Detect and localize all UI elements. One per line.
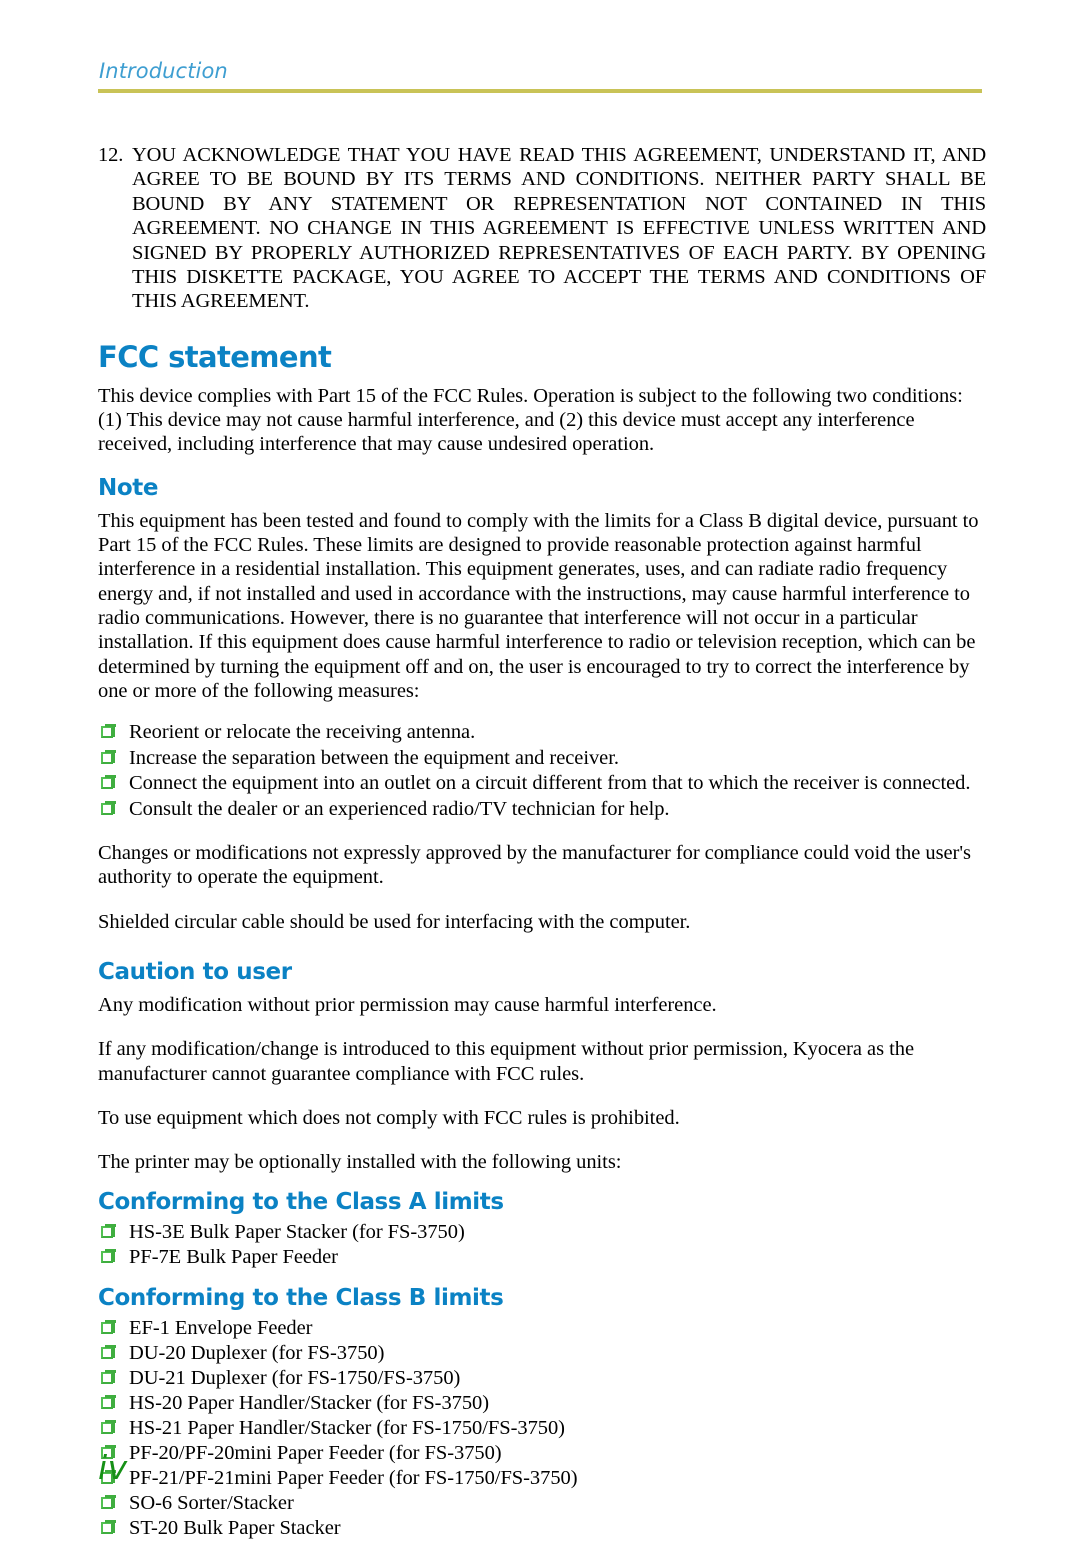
list-item: Connect the equipment into an outlet on … [98, 771, 986, 797]
section-class-a-limits: Conforming to the Class A limits HS-3E B… [98, 1188, 986, 1270]
box-bullet-icon [98, 1341, 128, 1366]
list-item: ST-20 Bulk Paper Stacker [98, 1516, 986, 1541]
box-bullet-icon [98, 1516, 128, 1541]
note-after-paragraph-2: Shielded circular cable should be used f… [98, 910, 691, 933]
list-item: EF-1 Envelope Feeder [98, 1316, 986, 1341]
list-item-label: PF-7E Bulk Paper Feeder [129, 1246, 338, 1269]
fcc-statement-paragraph: This device complies with Part 15 of the… [98, 384, 963, 456]
box-bullet-icon [98, 1245, 128, 1270]
section-caution-to-user: Caution to user Any modification without… [98, 958, 986, 1174]
list-item-label: PF-21/PF-21mini Paper Feeder (for FS-175… [129, 1467, 578, 1490]
list-item-label: SO-6 Sorter/Stacker [129, 1492, 294, 1515]
class-a-units-list: HS-3E Bulk Paper Stacker (for FS-3750) P… [98, 1220, 986, 1270]
list-item: HS-3E Bulk Paper Stacker (for FS-3750) [98, 1220, 986, 1245]
caution-paragraph-3: To use equipment which does not comply w… [98, 1106, 680, 1129]
list-item-label: Consult the dealer or an experienced rad… [129, 797, 670, 820]
list-item: PF-20/PF-20mini Paper Feeder (for FS-375… [98, 1441, 986, 1466]
agreement-clause-12: 12. YOU ACKNOWLEDGE THAT YOU HAVE READ T… [98, 143, 986, 314]
list-item-label: Connect the equipment into an outlet on … [129, 772, 971, 795]
heading-class-b-limits: Conforming to the Class B limits [98, 1285, 504, 1312]
list-item: Reorient or relocate the receiving anten… [98, 720, 986, 746]
box-bullet-icon [98, 1366, 128, 1391]
box-bullet-icon [98, 771, 128, 796]
list-item: PF-7E Bulk Paper Feeder [98, 1245, 986, 1270]
box-bullet-icon [98, 797, 128, 822]
list-item-label: HS-21 Paper Handler/Stacker (for FS-1750… [129, 1417, 565, 1440]
box-bullet-icon [98, 1220, 128, 1245]
list-item-label: EF-1 Envelope Feeder [129, 1317, 313, 1340]
box-bullet-icon [98, 1316, 128, 1341]
box-bullet-icon [98, 1491, 128, 1516]
heading-caution-to-user: Caution to user [98, 959, 292, 985]
note-measures-list: Reorient or relocate the receiving anten… [98, 720, 986, 822]
section-fcc-statement: FCC statement This device complies with … [98, 340, 986, 457]
list-item: Increase the separation between the equi… [98, 746, 986, 772]
list-item: Consult the dealer or an experienced rad… [98, 797, 986, 823]
caution-paragraph-2: If any modification/change is introduced… [98, 1038, 914, 1085]
section-note: Note This equipment has been tested and … [98, 474, 986, 934]
list-item: HS-21 Paper Handler/Stacker (for FS-1750… [98, 1416, 986, 1441]
document-page: Introduction 12. YOU ACKNOWLEDGE THAT YO… [0, 0, 1080, 1539]
clause-number: 12. [98, 144, 124, 166]
caution-paragraph-4: The printer may be optionally installed … [98, 1151, 622, 1174]
box-bullet-icon [98, 1416, 128, 1441]
box-bullet-icon [98, 746, 128, 771]
caution-paragraph-1: Any modification without prior permissio… [98, 994, 717, 1016]
page-header: Introduction [98, 58, 982, 93]
list-item-label: PF-20/PF-20mini Paper Feeder (for FS-375… [129, 1442, 502, 1465]
list-item: PF-21/PF-21mini Paper Feeder (for FS-175… [98, 1466, 986, 1491]
page-number-folio: iv [98, 1448, 128, 1487]
list-item-label: Reorient or relocate the receiving anten… [129, 721, 476, 744]
box-bullet-icon [98, 720, 128, 745]
running-head-title: Introduction [99, 59, 228, 83]
heading-note: Note [98, 474, 159, 501]
list-item: DU-20 Duplexer (for FS-3750) [98, 1341, 986, 1366]
heading-fcc-statement: FCC statement [98, 339, 332, 374]
list-item: DU-21 Duplexer (for FS-1750/FS-3750) [98, 1366, 986, 1391]
list-item: HS-20 Paper Handler/Stacker (for FS-3750… [98, 1391, 986, 1416]
list-item-label: HS-3E Bulk Paper Stacker (for FS-3750) [129, 1221, 465, 1244]
document-body: 12. YOU ACKNOWLEDGE THAT YOU HAVE READ T… [98, 143, 986, 1541]
box-bullet-icon [98, 1391, 128, 1416]
list-item-label: HS-20 Paper Handler/Stacker (for FS-3750… [129, 1392, 490, 1415]
section-class-b-limits: Conforming to the Class B limits EF-1 En… [98, 1284, 986, 1541]
heading-class-a-limits: Conforming to the Class A limits [98, 1189, 504, 1216]
class-b-units-list: EF-1 Envelope Feeder DU-20 Duplexer (for… [98, 1316, 986, 1541]
header-rule-divider [98, 89, 982, 93]
clause-text: YOU ACKNOWLEDGE THAT YOU HAVE READ THIS … [132, 144, 986, 313]
list-item-label: DU-20 Duplexer (for FS-3750) [129, 1342, 385, 1365]
list-item-label: ST-20 Bulk Paper Stacker [129, 1517, 341, 1540]
list-item-label: Increase the separation between the equi… [129, 746, 619, 769]
note-after-paragraph-1: Changes or modifications not expressly a… [98, 842, 971, 889]
note-paragraph: This equipment has been tested and found… [98, 509, 979, 702]
list-item-label: DU-21 Duplexer (for FS-1750/FS-3750) [129, 1367, 461, 1390]
list-item: SO-6 Sorter/Stacker [98, 1491, 986, 1516]
